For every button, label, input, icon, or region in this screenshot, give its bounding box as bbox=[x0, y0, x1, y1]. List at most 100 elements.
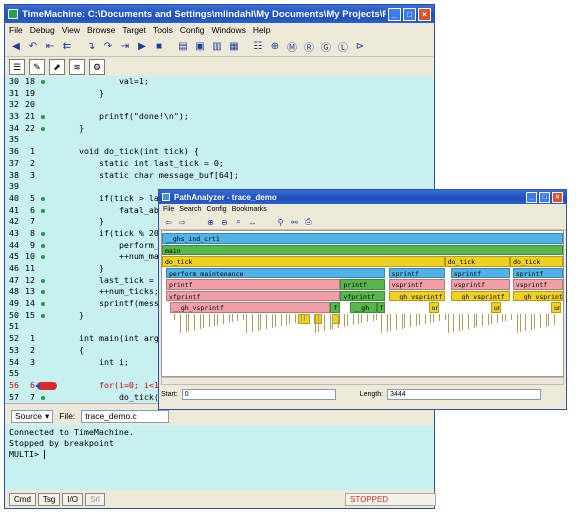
title-bar[interactable]: TimeMachine: C:\Documents and Settings\m… bbox=[5, 5, 434, 23]
pa-title-bar[interactable]: PathAnalyzer - trace_demo _ □ × bbox=[159, 190, 566, 204]
signal-icon[interactable]: ≋ bbox=[69, 59, 85, 75]
gutter[interactable] bbox=[35, 181, 59, 193]
code-line[interactable]: 31 19 } bbox=[5, 88, 434, 100]
pa-menu-config[interactable]: Config bbox=[206, 206, 226, 213]
zoom-icon[interactable]: ⊕ bbox=[268, 39, 282, 53]
gutter[interactable] bbox=[35, 392, 59, 403]
pa-maximize-button[interactable]: □ bbox=[539, 191, 550, 203]
gutter[interactable] bbox=[35, 158, 59, 170]
pa-close-button[interactable]: × bbox=[552, 191, 563, 203]
call-bar[interactable]: sprintf bbox=[450, 267, 511, 278]
pa-minimize-button[interactable]: _ bbox=[526, 191, 537, 203]
menu-target[interactable]: Target bbox=[122, 25, 146, 35]
call-bar[interactable]: sprintf bbox=[512, 267, 563, 278]
breakpoint-dot-icon[interactable] bbox=[41, 231, 45, 236]
maximize-button[interactable]: □ bbox=[403, 7, 416, 21]
gutter[interactable] bbox=[35, 380, 59, 392]
gutter[interactable] bbox=[35, 193, 59, 205]
menu-view[interactable]: View bbox=[62, 25, 80, 35]
call-bar[interactable]: do_tick bbox=[162, 256, 445, 267]
step-back-icon[interactable]: ◀ bbox=[9, 39, 23, 53]
breakpoint-dot-icon[interactable] bbox=[41, 313, 45, 318]
gutter[interactable] bbox=[35, 88, 59, 100]
browse-icon[interactable]: ☷ bbox=[251, 39, 265, 53]
command-console[interactable]: Connected to TimeMachine. Stopped by bre… bbox=[5, 425, 434, 490]
memory-view-icon[interactable]: ▦ bbox=[227, 39, 241, 53]
breakpoint-dot-icon[interactable] bbox=[41, 126, 45, 131]
menu-file[interactable]: File bbox=[9, 25, 23, 35]
call-bar[interactable]: ff bbox=[376, 302, 385, 313]
gutter[interactable] bbox=[35, 368, 59, 380]
call-bar[interactable]: vsprintf bbox=[512, 279, 563, 290]
gutter[interactable] bbox=[35, 123, 59, 135]
back-icon[interactable]: ⇦ bbox=[163, 217, 174, 228]
gutter[interactable] bbox=[35, 345, 59, 357]
list-icon[interactable]: ☰ bbox=[9, 59, 25, 75]
call-bar[interactable]: ff bbox=[330, 302, 341, 313]
step-over-icon[interactable]: ↷ bbox=[101, 39, 115, 53]
gutter[interactable] bbox=[35, 251, 59, 263]
code-line[interactable]: 38 3 static char message_buf[64]; bbox=[5, 170, 434, 182]
forward-icon[interactable]: ⇨ bbox=[177, 217, 188, 228]
step-into-icon[interactable]: ↴ bbox=[84, 39, 98, 53]
breakpoint-dot-icon[interactable] bbox=[41, 395, 45, 400]
print-icon[interactable]: ⎙ bbox=[303, 217, 314, 228]
fit-icon[interactable]: ↔ bbox=[247, 217, 258, 228]
pa-menu-file[interactable]: File bbox=[163, 206, 174, 213]
stop-breakpoint-icon[interactable] bbox=[35, 381, 57, 390]
source-view-icon[interactable]: ▤ bbox=[176, 39, 190, 53]
step-return-icon[interactable]: ⇥ bbox=[118, 39, 132, 53]
gutter[interactable] bbox=[35, 99, 59, 111]
reference-icon[interactable]: Ⓡ bbox=[302, 39, 316, 54]
goto-icon[interactable]: Ⓖ bbox=[319, 39, 333, 54]
breakpoint-dot-icon[interactable] bbox=[41, 243, 45, 248]
close-button[interactable]: × bbox=[418, 7, 431, 21]
gutter[interactable] bbox=[35, 298, 59, 310]
breakpoint-dot-icon[interactable] bbox=[41, 255, 45, 260]
call-graph-chart[interactable]: __ghs_ind_crt1 main do_tick do_tick do_tick p… bbox=[161, 230, 564, 377]
run-back-icon[interactable]: ⇇ bbox=[60, 39, 74, 53]
call-bar[interactable]: vsprintf bbox=[388, 279, 445, 290]
breakpoint-dot-icon[interactable] bbox=[41, 80, 45, 84]
breakpoint-dot-icon[interactable] bbox=[41, 196, 45, 201]
pa-menu-bookmarks[interactable]: Bookmarks bbox=[232, 206, 267, 213]
gutter[interactable] bbox=[35, 216, 59, 228]
zoom-in-icon[interactable]: ⊕ bbox=[205, 217, 216, 228]
call-bar[interactable]: __gh_vsprintf bbox=[450, 290, 511, 301]
gutter[interactable] bbox=[35, 275, 59, 287]
breakpoint-dot-icon[interactable] bbox=[41, 278, 45, 283]
gutter[interactable] bbox=[35, 134, 59, 146]
call-bar[interactable]: __gh bbox=[350, 302, 377, 313]
call-bar[interactable]: do_tick bbox=[444, 256, 511, 267]
tab-io[interactable]: I/O bbox=[62, 492, 84, 506]
call-bar[interactable]: __gh_vsprintf bbox=[170, 302, 331, 313]
call-bar[interactable] bbox=[332, 313, 341, 324]
tab-tsg[interactable]: Tsg bbox=[37, 492, 61, 506]
code-line[interactable]: 32 20 bbox=[5, 99, 434, 111]
step-over-back-icon[interactable]: ↶ bbox=[26, 39, 40, 53]
gutter[interactable] bbox=[35, 146, 59, 158]
edit-icon[interactable]: ✎ bbox=[29, 59, 45, 75]
menu-tools[interactable]: Tools bbox=[153, 25, 173, 35]
menu-browse[interactable]: Browse bbox=[87, 25, 115, 35]
trace-icon[interactable]: ⬈ bbox=[49, 59, 65, 75]
zoom-select-icon[interactable]: ⌕ bbox=[233, 217, 244, 228]
pa-horizontal-scrollbar[interactable] bbox=[161, 377, 564, 385]
code-line[interactable]: 36 1 void do_tick(int tick) { bbox=[5, 146, 434, 158]
gutter[interactable] bbox=[35, 240, 59, 252]
next-icon[interactable]: ⊳ bbox=[353, 39, 367, 53]
code-line[interactable]: 37 2 static int last_tick = 0; bbox=[5, 158, 434, 170]
call-bar[interactable]: unc bbox=[428, 302, 439, 313]
menu-config[interactable]: Config bbox=[180, 25, 205, 35]
call-bar[interactable]: printf bbox=[340, 279, 385, 290]
call-bar[interactable]: __ghs_ind_crt1 bbox=[162, 233, 563, 244]
breakpoint-view-icon[interactable]: ▣ bbox=[193, 39, 207, 53]
gutter[interactable] bbox=[35, 286, 59, 298]
zoom-out-icon[interactable]: ⊖ bbox=[219, 217, 230, 228]
call-bar[interactable]: unc bbox=[550, 302, 561, 313]
gutter[interactable] bbox=[35, 357, 59, 369]
breakpoint-dot-icon[interactable] bbox=[41, 208, 45, 213]
menu-debug[interactable]: Debug bbox=[30, 25, 55, 35]
code-line[interactable]: 35 bbox=[5, 134, 434, 146]
code-line[interactable]: 33 21 printf("done!\n"); bbox=[5, 111, 434, 123]
